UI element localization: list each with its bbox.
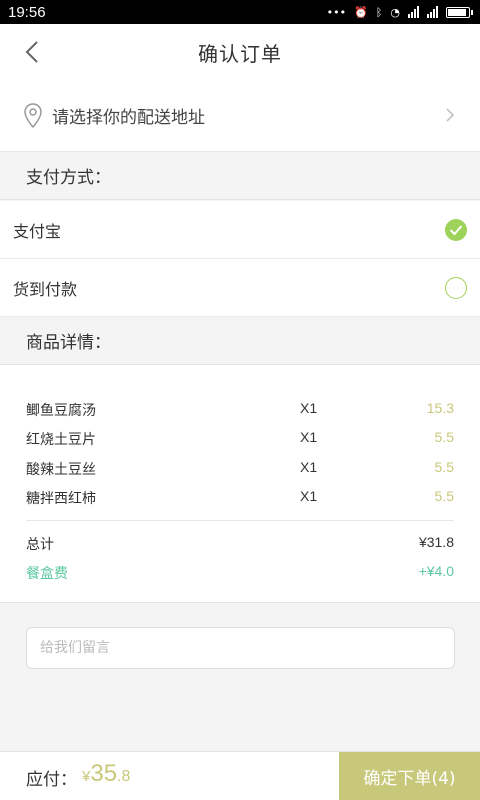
item-qty: X1 xyxy=(300,400,318,416)
total-label: 总计 xyxy=(26,537,54,553)
amount-decimal: .8 xyxy=(117,768,131,785)
details-divider xyxy=(26,520,454,521)
item-price: 5.5 xyxy=(434,429,454,445)
details-section-title: 商品详情： xyxy=(0,317,480,365)
item-qty: X1 xyxy=(300,459,318,475)
order-item-row: 糖拌西红柿 X1 5.5 xyxy=(26,488,454,508)
radio-unchecked-icon[interactable] xyxy=(445,277,467,299)
page-title: 确认订单 xyxy=(198,41,282,66)
item-price: 15.3 xyxy=(426,400,454,416)
battery-icon xyxy=(446,6,473,18)
message-input[interactable] xyxy=(40,640,454,656)
address-selector[interactable]: 请选择你的配送地址 xyxy=(0,80,480,152)
item-name: 红烧土豆片 xyxy=(26,432,96,448)
status-icons: ••• ⏰ ᛒ ◔ xyxy=(326,5,473,19)
chevron-right-icon xyxy=(446,108,454,122)
order-item-row: 酸辣土豆丝 X1 5.5 xyxy=(26,459,454,479)
box-fee-label: 餐盒费 xyxy=(26,566,68,582)
signal-icon xyxy=(408,6,419,18)
alarm-icon: ⏰ xyxy=(354,5,368,19)
order-item-row: 红烧土豆片 X1 5.5 xyxy=(26,429,454,449)
signal-icon-2 xyxy=(427,6,438,18)
payment-option-alipay[interactable]: 支付宝 xyxy=(0,201,480,259)
payment-option-label: 支付宝 xyxy=(13,221,62,241)
box-fee-value: +¥4.0 xyxy=(418,563,454,579)
order-details-panel: 鲫鱼豆腐汤 X1 15.3 红烧土豆片 X1 5.5 酸辣土豆丝 X1 5.5 … xyxy=(0,365,480,603)
wifi-icon: ◔ xyxy=(390,5,400,19)
item-price: 5.5 xyxy=(434,488,454,504)
header: 确认订单 xyxy=(0,24,480,80)
status-time: 19:56 xyxy=(8,3,46,21)
item-qty: X1 xyxy=(300,429,318,445)
total-row: 总计 ¥31.8 xyxy=(26,534,454,554)
radio-checked-icon[interactable] xyxy=(445,219,467,241)
item-name: 糖拌西红柿 xyxy=(26,491,96,507)
box-fee-row: 餐盒费 +¥4.0 xyxy=(26,563,454,583)
location-pin-icon xyxy=(24,102,42,128)
total-value: ¥31.8 xyxy=(418,534,454,550)
payable-label: 应付： xyxy=(26,770,77,790)
bottom-bar: 应付： ¥35.8 确定下单(4) xyxy=(0,751,480,800)
order-item-row: 鲫鱼豆腐汤 X1 15.3 xyxy=(26,400,454,420)
submit-order-button[interactable]: 确定下单(4) xyxy=(339,752,480,800)
payment-option-label: 货到付款 xyxy=(13,279,78,299)
address-placeholder: 请选择你的配送地址 xyxy=(52,108,205,128)
payment-option-cod[interactable]: 货到付款 xyxy=(0,259,480,317)
payment-section-title: 支付方式： xyxy=(0,152,480,200)
back-button[interactable] xyxy=(12,32,52,72)
chevron-left-icon xyxy=(25,41,38,63)
item-name: 酸辣土豆丝 xyxy=(26,462,96,478)
bluetooth-icon: ᛒ xyxy=(375,5,383,19)
item-name: 鲫鱼豆腐汤 xyxy=(26,403,96,419)
status-bar: 19:56 ••• ⏰ ᛒ ◔ xyxy=(0,0,480,24)
amount-integer: 35 xyxy=(90,760,118,787)
item-price: 5.5 xyxy=(434,459,454,475)
payable-amount: ¥35.8 xyxy=(82,760,130,788)
more-icon: ••• xyxy=(326,5,347,19)
item-qty: X1 xyxy=(300,488,318,504)
message-box[interactable] xyxy=(26,627,455,669)
